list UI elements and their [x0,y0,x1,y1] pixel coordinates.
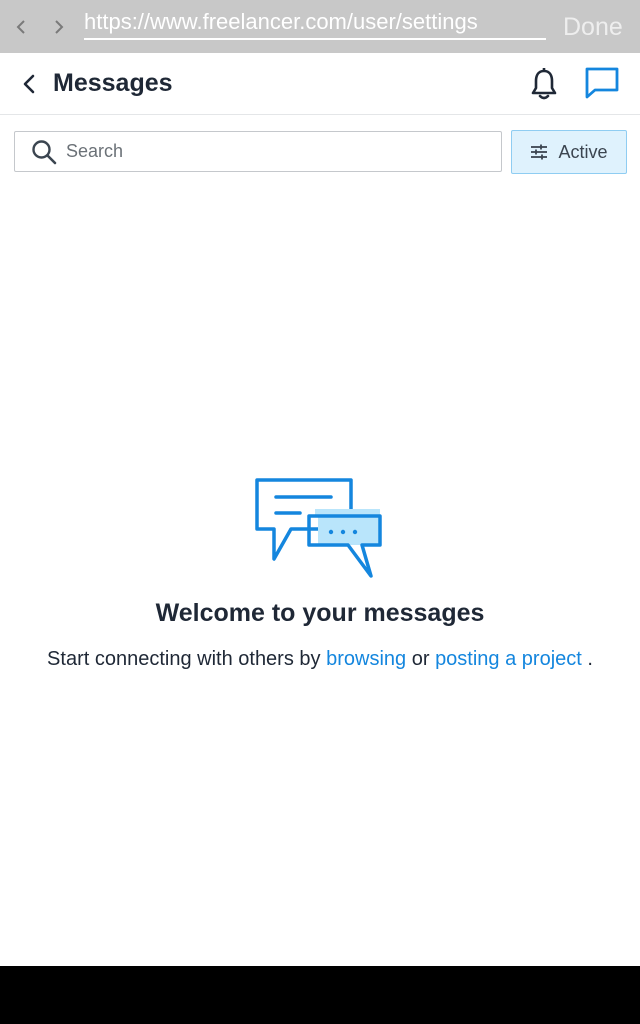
empty-state-title: Welcome to your messages [155,599,485,627]
sliders-icon [531,144,548,160]
empty-text-middle: or [411,648,430,670]
done-button[interactable]: Done [563,12,623,42]
bell-icon [531,68,557,100]
browsing-link[interactable]: browsing [326,648,406,670]
empty-state-text: Start connecting with others by browsing… [0,645,640,673]
filter-active-button[interactable]: Active [511,130,627,174]
system-navigation-bar [0,966,640,1024]
chat-icon [585,67,619,99]
search-icon [31,139,57,165]
empty-text-end: . [587,648,593,670]
post-project-link[interactable]: posting a project [435,648,582,670]
messages-page: Messages Search Active Welcome to your m… [0,53,640,966]
chevron-right-icon [55,19,64,34]
chat-button[interactable] [583,65,621,101]
messages-illustration [255,478,382,578]
empty-text-start: Start connecting with others by [47,648,321,670]
filter-label: Active [558,141,608,162]
browser-back-button[interactable] [2,0,40,53]
page-title: Messages [53,69,173,97]
search-box [14,131,502,172]
browser-toolbar: https://www.freelancer.com/user/settings… [0,0,640,53]
url-field[interactable]: https://www.freelancer.com/user/settings [84,8,546,40]
notifications-button[interactable] [527,66,561,102]
search-input[interactable] [66,141,466,162]
browser-forward-button[interactable] [40,0,78,53]
back-button[interactable] [18,71,40,97]
chevron-left-icon [16,19,25,34]
page-header: Messages [0,53,640,115]
back-arrow-icon [23,74,35,94]
